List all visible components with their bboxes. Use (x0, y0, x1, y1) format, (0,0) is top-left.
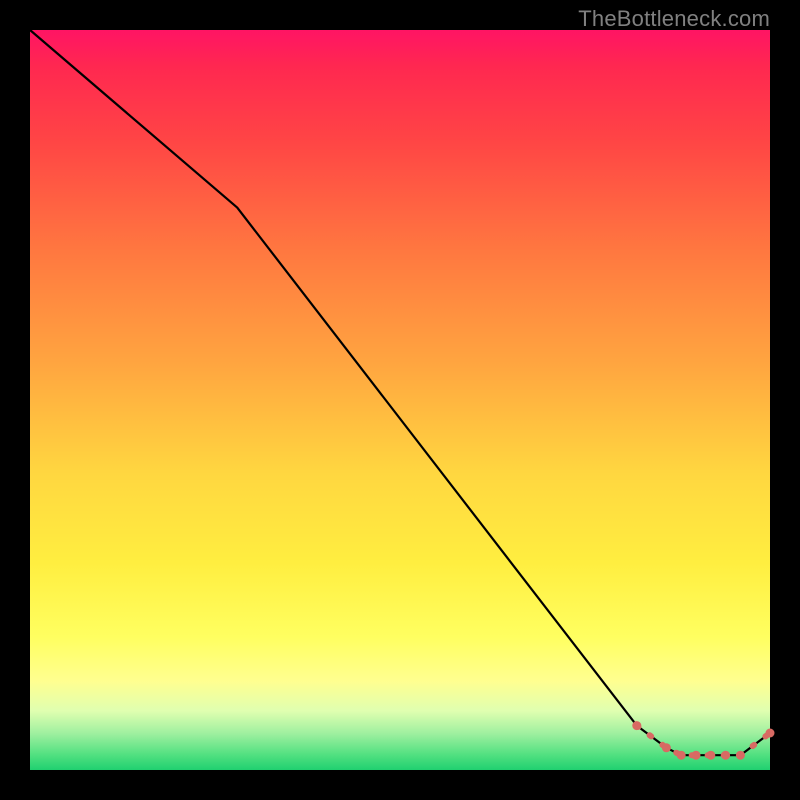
chart-stage: TheBottleneck.com (0, 0, 800, 800)
highlight-dot (721, 751, 730, 760)
watermark-text: TheBottleneck.com (578, 6, 770, 32)
highlight-dot (736, 751, 745, 760)
main-curve (30, 30, 770, 755)
highlight-dot (677, 751, 686, 760)
highlight-dot (706, 751, 715, 760)
chart-overlay (30, 30, 770, 770)
highlight-dots-layer (632, 721, 774, 760)
curve-layer (30, 30, 770, 755)
highlight-dot (766, 729, 775, 738)
highlight-dot (692, 751, 701, 760)
highlight-dot (662, 743, 671, 752)
highlight-dot (632, 721, 641, 730)
